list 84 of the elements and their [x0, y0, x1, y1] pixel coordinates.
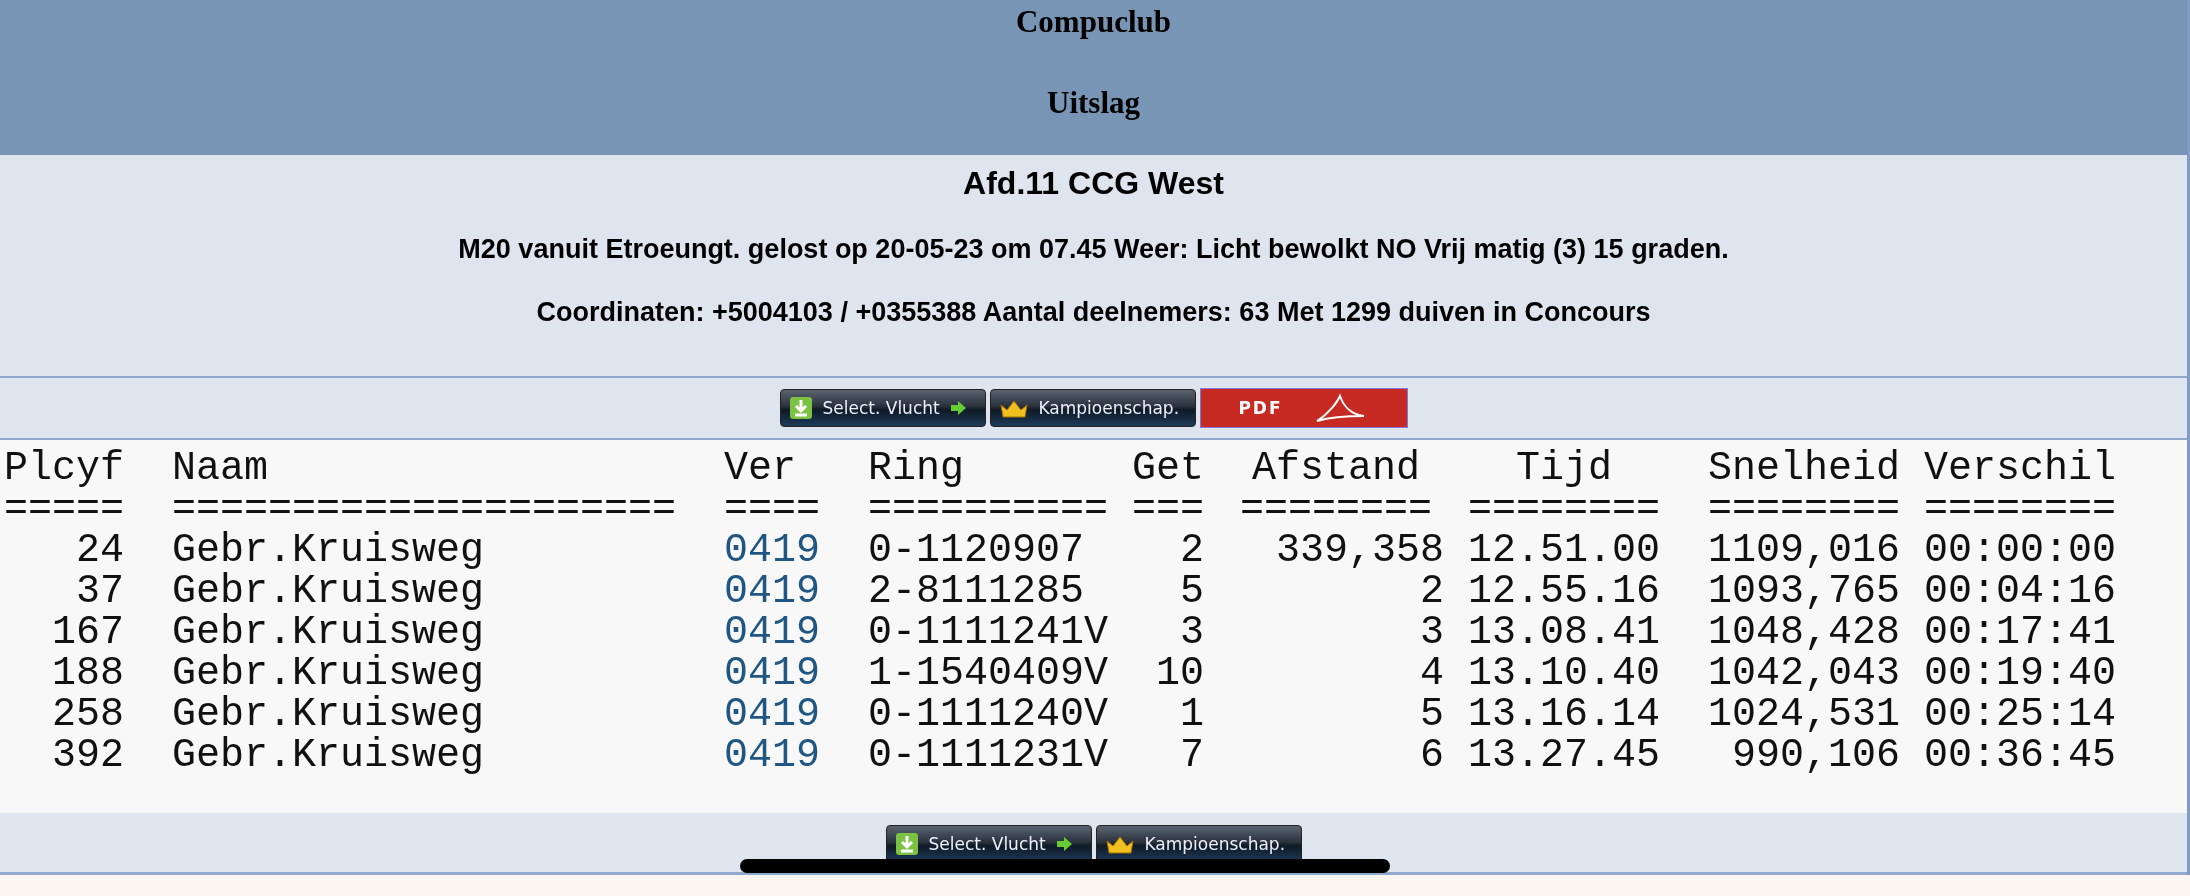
table-cell: 13.27.45: [1468, 735, 1660, 776]
flight-info: M20 vanuit Etroeungt. gelost op 20-05-23 om 07.45 Weer: Licht bewolkt NO Vrij matig (3) 15 graden.: [458, 234, 1729, 265]
table-cell: 12.55.16: [1468, 571, 1660, 612]
table-cell: 00:17:41: [1924, 612, 2116, 653]
table-cell-text: 339,358: [1274, 530, 1444, 571]
table-cell-text: 2: [1179, 530, 1204, 571]
header-rule: ========: [1239, 489, 1433, 530]
table-cell-text: 990,106: [1730, 735, 1900, 776]
table-cell-text: 7: [1179, 735, 1204, 776]
table-cell: 00:19:40: [1924, 653, 2116, 694]
table-cell-text: 37: [75, 571, 124, 612]
table-cell: 1024,531: [1708, 694, 1900, 735]
column-header: Plcyf: [4, 448, 124, 489]
table-cell-text: Gebr.Kruisweg: [172, 530, 486, 571]
table-cell-text: 188: [51, 653, 124, 694]
table-cell: 00:00:00: [1924, 530, 2116, 571]
club-link[interactable]: 0419: [724, 694, 820, 735]
select-flight-button[interactable]: Select. Vlucht: [779, 389, 986, 427]
coordinates-info: Coordinaten: +5004103 / +0355388 Aantal deelnemers: 63 Met 1299 duiven in Concours: [536, 297, 1651, 328]
column-header: Ring: [868, 448, 965, 489]
header-rule: ==========: [868, 489, 1108, 530]
table-cell-text: 5: [1179, 571, 1204, 612]
header-rule: =====: [4, 489, 124, 530]
table-cell-text: 24: [75, 530, 124, 571]
table-cell-text: Gebr.Kruisweg: [172, 694, 486, 735]
table-cell: 13.16.14: [1468, 694, 1660, 735]
club-link[interactable]: 0419: [724, 735, 820, 776]
club-link[interactable]: 0419: [724, 530, 820, 571]
table-cell-text: 4: [1419, 653, 1444, 694]
table-cell: 1048,428: [1708, 612, 1900, 653]
download-icon: [894, 832, 919, 856]
table-cell: 1093,765: [1708, 571, 1900, 612]
club-link[interactable]: 0419: [724, 571, 820, 612]
table-cell: 0-1111231V: [868, 735, 1108, 776]
column-header: Naam: [172, 448, 269, 489]
table-cell: 0-1111240V: [868, 694, 1108, 735]
header-rule: ===: [1132, 489, 1204, 530]
table-cell-text: 5: [1419, 694, 1444, 735]
column-header: Snelheid: [1708, 448, 1900, 489]
header-rule: ========: [1708, 489, 1900, 530]
table-cell: 1042,043: [1708, 653, 1900, 694]
table-cell-text: 258: [51, 694, 124, 735]
header-rule: =====================: [172, 489, 676, 530]
arrow-right-icon: [1055, 837, 1072, 851]
header-rule: ========: [1924, 489, 2116, 530]
table-cell-text: 0-1120907: [868, 530, 1086, 571]
table-cell-text: 3: [1179, 612, 1204, 653]
table-cell: 13.10.40: [1468, 653, 1660, 694]
page-title: Uitslag: [1047, 85, 1140, 121]
table-cell-text: 6: [1419, 735, 1444, 776]
table-cell-text: 1: [1179, 694, 1204, 735]
club-link[interactable]: 0419: [724, 653, 820, 694]
table-cell: 12.51.00: [1468, 530, 1660, 571]
table-cell: 00:04:16: [1924, 571, 2116, 612]
column-header: Get: [1132, 448, 1204, 489]
column-header: Verschil: [1924, 448, 2116, 489]
section-heading: Afd.11 CCG West: [963, 165, 1224, 202]
table-cell: 00:36:45: [1924, 735, 2116, 776]
column-header: Ver: [724, 448, 797, 489]
site-title: Compuclub: [1015, 4, 1171, 40]
table-cell-text: 392: [51, 735, 124, 776]
pdf-button[interactable]: PDF: [1199, 388, 1408, 428]
header-rule: ====: [724, 489, 820, 530]
table-cell: 0-1111241V: [868, 612, 1108, 653]
download-icon: [788, 396, 813, 420]
table-cell-text: 2-8111285: [868, 571, 1086, 612]
table-cell-text: 2: [1419, 571, 1444, 612]
column-header: Afstand: [1251, 448, 1421, 489]
table-cell: 1109,016: [1708, 530, 1900, 571]
table-cell-text: 10: [1155, 653, 1204, 694]
table-cell: 1-1540409V: [868, 653, 1108, 694]
table-cell-text: Gebr.Kruisweg: [172, 571, 486, 612]
table-cell-text: Gebr.Kruisweg: [172, 735, 486, 776]
table-cell-text: 167: [51, 612, 124, 653]
championship-button[interactable]: Kampioenschap.: [989, 389, 1196, 427]
header-rule: ========: [1468, 489, 1660, 530]
table-cell-text: 3: [1419, 612, 1444, 653]
club-link[interactable]: 0419: [724, 612, 820, 653]
table-cell-text: Gebr.Kruisweg: [172, 653, 486, 694]
table-cell-text: Gebr.Kruisweg: [172, 612, 486, 653]
table-cell: 13.08.41: [1468, 612, 1660, 653]
arrow-right-icon: [949, 401, 966, 415]
column-header: Tijd: [1515, 448, 1613, 489]
table-cell: 00:25:14: [1924, 694, 2116, 735]
